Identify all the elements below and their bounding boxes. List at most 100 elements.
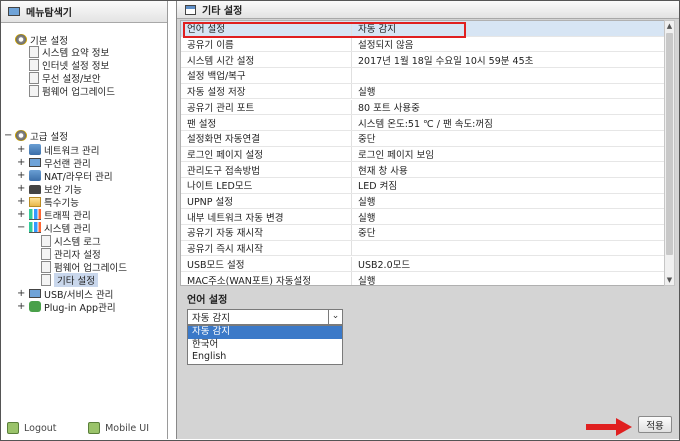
language-dropdown: 자동 감지 한국어 English (187, 325, 343, 365)
table-row[interactable]: 팬 설정 시스템 온도:51 ℃ / 팬 속도:꺼짐 (181, 115, 668, 131)
setting-value: 설정되지 않음 (358, 40, 414, 52)
setting-name: 공유기 이름 (187, 40, 234, 52)
setting-name: 설정화면 자동연결 (187, 134, 260, 146)
language-option-english[interactable]: English (188, 351, 342, 364)
language-option-auto[interactable]: 자동 감지 (188, 326, 342, 339)
tree-item-internet-settings[interactable]: 인터넷 설정 정보 (29, 58, 109, 72)
table-row[interactable]: 공유기 자동 재시작 중단 (181, 225, 668, 241)
gear-icon (15, 130, 27, 141)
tree-plugin-app[interactable]: Plug-in App관리 (29, 300, 116, 314)
tree-traffic-management[interactable]: 트래픽 관리 (29, 208, 91, 222)
language-select[interactable]: 자동 감지 ⌄ (187, 309, 343, 325)
setting-name: 공유기 관리 포트 (187, 102, 255, 114)
setting-value: 시스템 온도:51 ℃ / 팬 속도:꺼짐 (358, 118, 493, 130)
window-icon (185, 4, 196, 15)
setting-name: 관리도구 접속방법 (187, 165, 260, 177)
setting-name: 공유기 즉시 재시작 (187, 244, 263, 256)
setting-name: 설정 백업/복구 (187, 71, 246, 83)
setting-name: 자동 설정 저장 (187, 87, 246, 99)
table-row[interactable]: 시스템 시간 설정 2017년 1월 18일 수요일 10시 59분 45초 (181, 52, 668, 69)
setting-name: 시스템 시간 설정 (187, 55, 255, 67)
gear-icon (15, 34, 27, 45)
tree-item-wireless-security[interactable]: 무선 설정/보안 (29, 71, 101, 85)
panel-header: 기타 설정 (177, 1, 679, 19)
tree-item-other-settings[interactable]: 기타 설정 (41, 272, 98, 287)
explorer-icon (8, 7, 20, 16)
expand-icon[interactable]: + (17, 208, 25, 221)
setting-name: 나이트 LED모드 (187, 181, 253, 193)
setting-name: USB모드 설정 (187, 259, 245, 271)
table-row[interactable]: 나이트 LED모드 LED 켜짐 (181, 178, 668, 194)
column-divider (351, 68, 352, 83)
red-arrow-icon (586, 418, 632, 436)
table-row[interactable]: 공유기 즉시 재시작 (181, 240, 668, 257)
setting-value: USB2.0모드 (358, 259, 411, 271)
chart-icon (29, 209, 41, 220)
setting-value: 실행 (358, 87, 376, 99)
document-icon (29, 71, 39, 84)
tree-item-system-log[interactable]: 시스템 로그 (41, 234, 101, 248)
expand-icon[interactable]: + (17, 156, 25, 169)
document-icon (41, 234, 51, 247)
sidebar-title: 메뉴탐색기 (26, 8, 72, 19)
table-row[interactable]: MAC주소(WAN포트) 자동설정 실행 (181, 272, 668, 285)
expand-icon[interactable]: + (17, 287, 25, 300)
expand-icon[interactable]: + (17, 182, 25, 195)
table-row[interactable]: 내부 네트워크 자동 변경 실행 (181, 209, 668, 226)
expand-icon[interactable]: + (17, 300, 25, 313)
setting-name: 팬 설정 (187, 118, 217, 130)
setting-value: 실행 (358, 212, 376, 224)
tree-advanced-settings[interactable]: 고급 설정 (15, 129, 68, 143)
chevron-down-icon[interactable]: ⌄ (328, 310, 342, 324)
menu-explorer-sidebar: 메뉴탐색기 기본 설정 시스템 요약 정보 인터넷 설정 정보 무선 설정/보안… (1, 1, 168, 439)
table-row[interactable]: USB모드 설정 USB2.0모드 (181, 256, 668, 273)
apply-button[interactable]: 적용 (638, 416, 672, 433)
expand-icon[interactable]: + (17, 143, 25, 156)
table-row[interactable]: 설정화면 자동연결 중단 (181, 130, 668, 147)
document-icon (29, 84, 39, 97)
document-icon (29, 58, 39, 71)
tree-network-management[interactable]: 네트워크 관리 (29, 143, 99, 157)
scroll-thumb[interactable] (666, 33, 673, 255)
tree-wireless-management[interactable]: 무선랜 관리 (29, 156, 91, 170)
mobile-ui-link[interactable]: Mobile UI (88, 422, 149, 434)
table-row[interactable]: 공유기 관리 포트 80 포트 사용중 (181, 99, 668, 116)
expand-icon[interactable]: + (17, 169, 25, 182)
setting-value: 중단 (358, 134, 376, 146)
setting-name: 공유기 자동 재시작 (187, 228, 263, 240)
table-row[interactable]: 로그인 페이지 설정 로그인 페이지 보임 (181, 146, 668, 163)
table-scrollbar[interactable]: ▲ ▼ (664, 20, 675, 286)
scroll-down-icon[interactable]: ▼ (665, 275, 674, 285)
mobile-icon (88, 422, 101, 434)
language-option-korean[interactable]: 한국어 (188, 339, 342, 352)
expand-icon[interactable]: + (17, 195, 25, 208)
collapse-icon[interactable]: − (17, 221, 25, 234)
table-row[interactable]: 관리도구 접속방법 현재 창 사용 (181, 162, 668, 178)
collapse-advanced-icon[interactable]: − (4, 129, 12, 142)
wireless-icon (29, 158, 41, 167)
sidebar-header: 메뉴탐색기 (1, 1, 167, 23)
document-icon (29, 45, 39, 58)
logout-icon (7, 422, 19, 434)
lock-icon (29, 185, 41, 194)
tree-system-management[interactable]: 시스템 관리 (29, 221, 91, 235)
tree-security[interactable]: 보안 기능 (29, 182, 82, 196)
table-row[interactable]: 공유기 이름 설정되지 않음 (181, 36, 668, 53)
tree-nat-router[interactable]: NAT/라우터 관리 (29, 169, 113, 183)
tree-item-admin-settings[interactable]: 관리자 설정 (41, 247, 101, 261)
logout-link[interactable]: Logout (7, 422, 57, 434)
tree-special-features[interactable]: 특수기능 (29, 195, 79, 209)
setting-value: 80 포트 사용중 (358, 102, 420, 114)
table-row[interactable]: UPNP 설정 실행 (181, 193, 668, 210)
scroll-up-icon[interactable]: ▲ (665, 21, 674, 31)
tree-usb-service[interactable]: USB/서비스 관리 (29, 287, 113, 301)
tree-item-firmware-upgrade[interactable]: 펌웨어 업그레이드 (41, 260, 127, 274)
network-icon (29, 144, 41, 155)
tree-item-firmware-upgrade-basic[interactable]: 펌웨어 업그레이드 (29, 84, 115, 98)
setting-name: UPNP 설정 (187, 197, 234, 209)
table-row[interactable]: 자동 설정 저장 실행 (181, 83, 668, 100)
system-chart-icon (29, 222, 41, 233)
table-row[interactable]: 설정 백업/복구 (181, 68, 668, 84)
tree-item-system-summary[interactable]: 시스템 요약 정보 (29, 45, 109, 59)
document-icon (41, 273, 51, 286)
